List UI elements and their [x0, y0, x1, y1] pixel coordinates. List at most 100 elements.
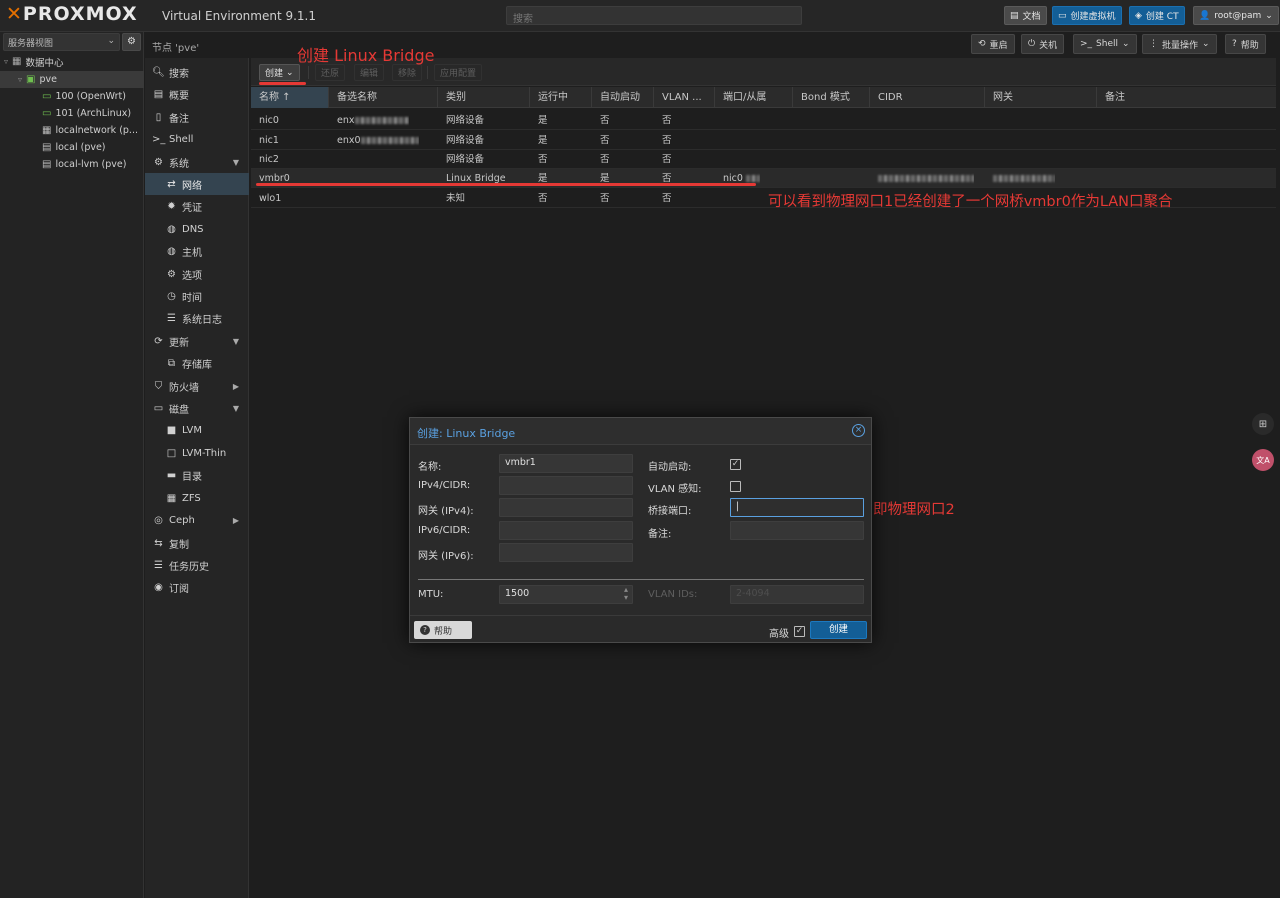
- nav-lvm-thin[interactable]: □ LVM-Thin: [145, 442, 249, 464]
- vlan-aware-checkbox[interactable]: [730, 481, 741, 492]
- help-button[interactable]: ? 帮助: [1225, 34, 1266, 54]
- create-vm-button[interactable]: ▭ 创建虚拟机: [1052, 6, 1122, 25]
- gateway-ipv4-input[interactable]: [499, 498, 633, 517]
- column-header-cidr[interactable]: CIDR: [870, 87, 985, 108]
- docs-button[interactable]: ▤ 文档: [1004, 6, 1047, 25]
- nav-syslog[interactable]: ☰ 系统日志: [145, 307, 249, 329]
- table-row[interactable]: nic1 enx0 网络设备 是 否 否: [251, 131, 1276, 150]
- nav-dns[interactable]: ◍ DNS: [145, 218, 249, 240]
- shell-button[interactable]: >_ Shell ⌄: [1073, 34, 1137, 54]
- advanced-checkbox[interactable]: ✓: [794, 626, 805, 637]
- tree-item-pve[interactable]: ▿ ▣ pve: [0, 71, 144, 88]
- grid-header: 名称 ↑ 备选名称 类别 运行中 自动启动 VLAN ... 端口/从属 Bon…: [251, 87, 1276, 108]
- tree-item-local[interactable]: ▤ local (pve): [0, 139, 144, 156]
- column-header-ports[interactable]: 端口/从属: [715, 87, 793, 108]
- nav-search[interactable]: 🔍︎ 搜索: [145, 61, 249, 83]
- column-header-alt-name[interactable]: 备选名称: [329, 87, 438, 108]
- table-row[interactable]: nic2 网络设备 否 否 否: [251, 150, 1276, 169]
- view-selector[interactable]: 服务器视图 ⌄: [3, 33, 120, 51]
- grid-plus-icon[interactable]: ⊞: [1252, 413, 1274, 435]
- bulk-actions-button[interactable]: ⋮ 批量操作 ⌄: [1142, 34, 1217, 54]
- dialog-header: 创建: Linux Bridge ×: [410, 418, 871, 445]
- vm-running-icon: ▭: [42, 108, 52, 119]
- spinner-icon[interactable]: ▴ ▾: [624, 586, 628, 602]
- create-menu-button[interactable]: 创建 ⌄: [259, 64, 300, 81]
- nav-time[interactable]: ◷ 时间: [145, 285, 249, 307]
- comment-input[interactable]: [730, 521, 864, 540]
- column-header-name[interactable]: 名称 ↑: [251, 87, 329, 108]
- nav-shell[interactable]: >_ Shell: [145, 128, 249, 150]
- nav-network[interactable]: ⇄ 网络: [145, 173, 249, 195]
- gear-icon[interactable]: ⚙: [122, 33, 141, 51]
- user-icon: 👤: [1199, 10, 1211, 21]
- nav-firewall[interactable]: ⛉ 防火墙 ▶: [145, 375, 249, 397]
- close-icon[interactable]: ×: [852, 424, 865, 437]
- annotation-bridge-note: 可以看到物理网口1已经创建了一个网桥vmbr0作为LAN口聚合: [768, 194, 1173, 210]
- expand-icon[interactable]: ▿: [4, 57, 8, 66]
- column-header-autostart[interactable]: 自动启动: [592, 87, 654, 108]
- nav-task-history[interactable]: ☰ 任务历史: [145, 554, 249, 576]
- ipv4-input[interactable]: [499, 476, 633, 495]
- nav-directory[interactable]: ▬ 目录: [145, 464, 249, 486]
- nav-subscription[interactable]: ◉ 订阅: [145, 576, 249, 598]
- column-header-type[interactable]: 类别: [438, 87, 530, 108]
- cube-icon: ◈: [1135, 10, 1142, 21]
- vlan-ids-input[interactable]: 2-4094: [730, 585, 864, 604]
- mtu-input[interactable]: 1500 ▴ ▾: [499, 585, 633, 604]
- nav-replication[interactable]: ⇆ 复制: [145, 532, 249, 554]
- network-grid-icon: ▦: [42, 125, 52, 136]
- nav-disks[interactable]: ▭ 磁盘 ▼: [145, 397, 249, 419]
- nav-zfs[interactable]: ▦ ZFS: [145, 487, 249, 509]
- create-ct-button[interactable]: ◈ 创建 CT: [1129, 6, 1185, 25]
- tree-item-vm-101[interactable]: ▭ 101 (ArchLinux): [0, 105, 144, 122]
- tree-item-local-lvm[interactable]: ▤ local-lvm (pve): [0, 156, 144, 173]
- nav-lvm[interactable]: ■ LVM: [145, 419, 249, 441]
- refresh-icon: ⟳: [154, 335, 163, 347]
- column-header-active[interactable]: 运行中: [530, 87, 592, 108]
- gateway-ipv6-input[interactable]: [499, 543, 633, 562]
- name-input[interactable]: vmbr1: [499, 454, 633, 473]
- create-bridge-dialog: 创建: Linux Bridge × 名称: vmbr1 IPv4/CIDR: …: [409, 417, 872, 643]
- product-version: Virtual Environment 9.1.1: [162, 9, 316, 23]
- remove-button[interactable]: 移除: [392, 64, 423, 81]
- column-header-bond-mode[interactable]: Bond 模式: [793, 87, 870, 108]
- revert-button[interactable]: 还原: [315, 64, 346, 81]
- tree-item-vm-100[interactable]: ▭ 100 (OpenWrt): [0, 88, 144, 105]
- translate-icon[interactable]: 文A: [1252, 449, 1274, 471]
- apply-config-button[interactable]: 应用配置: [434, 64, 483, 81]
- column-header-vlan-aware[interactable]: VLAN ...: [654, 87, 715, 108]
- edit-button[interactable]: 编辑: [354, 64, 385, 81]
- autostart-checkbox[interactable]: ✓: [730, 459, 741, 470]
- nav-options[interactable]: ⚙ 选项: [145, 263, 249, 285]
- expand-icon[interactable]: ▿: [18, 75, 22, 84]
- table-row[interactable]: nic0 enx 网络设备 是 否 否: [251, 111, 1276, 130]
- book-icon: ▤: [1010, 10, 1019, 21]
- nav-ceph[interactable]: ◎ Ceph ▶: [145, 509, 249, 531]
- tree-item-datacenter[interactable]: ▿ ▦ 数据中心: [0, 53, 144, 70]
- shutdown-button[interactable]: ⏻ 关机: [1021, 34, 1065, 54]
- ipv6-input[interactable]: [499, 521, 633, 540]
- nav-notes[interactable]: ▯ 备注: [145, 106, 249, 128]
- nav-updates[interactable]: ⟳ 更新 ▼: [145, 330, 249, 352]
- bridge-ports-input[interactable]: |: [730, 498, 864, 517]
- comment-label: 备注:: [648, 529, 672, 540]
- dialog-help-button[interactable]: ? 帮助: [414, 621, 472, 639]
- reboot-button[interactable]: ⟲ 重启: [971, 34, 1015, 54]
- nav-hosts[interactable]: ◍ 主机: [145, 240, 249, 262]
- column-header-gateway[interactable]: 网关: [985, 87, 1097, 108]
- annotation-underline: [259, 82, 306, 85]
- search-input[interactable]: 搜索: [506, 6, 802, 25]
- nav-summary[interactable]: ▤ 概要: [145, 83, 249, 105]
- nav-repositories[interactable]: ⧉ 存储库: [145, 352, 249, 374]
- tree-item-localnetwork[interactable]: ▦ localnetwork (p...: [0, 122, 144, 139]
- nav-certificates[interactable]: ✹ 凭证: [145, 195, 249, 217]
- proxmox-logo[interactable]: ✕PROXMOX: [6, 3, 138, 25]
- dialog-create-button[interactable]: 创建: [810, 621, 867, 639]
- cell-name: nic1: [259, 135, 279, 146]
- monitor-icon: ▭: [1058, 10, 1067, 21]
- chevron-down-icon: ⌄: [286, 67, 294, 78]
- user-menu-button[interactable]: 👤 root@pam ⌄: [1193, 6, 1279, 25]
- nav-system[interactable]: ⚙ 系统 ▼: [145, 151, 249, 173]
- dialog-title: 创建: Linux Bridge: [417, 427, 516, 440]
- column-header-comment[interactable]: 备注: [1097, 87, 1276, 108]
